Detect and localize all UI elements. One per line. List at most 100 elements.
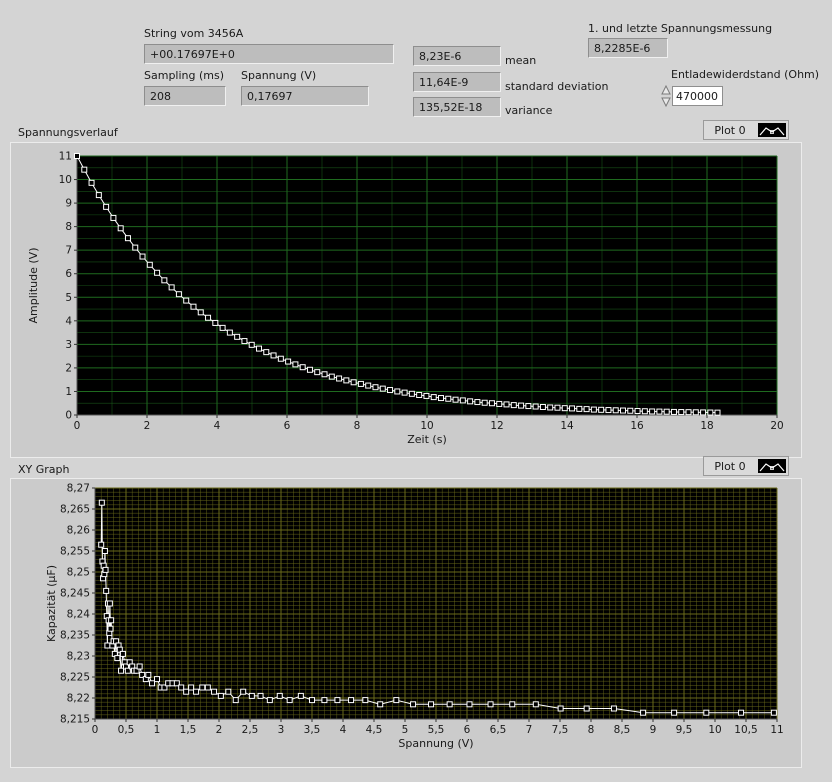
y-tick-label: 8,265 — [60, 504, 90, 516]
x-tick-label: 6 — [284, 420, 291, 432]
y-tick-label: 1 — [65, 386, 72, 398]
data-point — [212, 319, 219, 326]
data-point — [428, 701, 435, 708]
spinner-up-icon[interactable] — [661, 84, 671, 95]
y-tick-label: 0 — [65, 410, 72, 422]
x-tick-label: 0 — [74, 420, 81, 432]
data-point — [408, 390, 415, 397]
data-point — [394, 388, 401, 395]
grid — [76, 155, 778, 416]
data-point — [286, 697, 293, 704]
data-point — [738, 709, 745, 716]
y-tick-label: 2 — [65, 362, 72, 374]
data-point — [95, 192, 102, 199]
data-point — [139, 253, 146, 260]
spinner-down-icon[interactable] — [661, 97, 671, 108]
resistor-spinner[interactable] — [661, 84, 671, 108]
data-point — [119, 650, 126, 657]
resistor-input[interactable]: 470000 — [672, 86, 723, 106]
x-tick-label: 2 — [216, 724, 223, 736]
data-point — [108, 617, 115, 624]
data-point — [547, 404, 554, 411]
x-tick-label: 5,5 — [428, 724, 445, 736]
x-tick-label: 10 — [420, 420, 433, 432]
string-indicator: +00.17697E+0 — [144, 44, 394, 64]
data-point — [149, 680, 156, 687]
string-label: String vom 3456A — [144, 27, 244, 40]
data-point — [487, 701, 494, 708]
measure-indicator: 8,2285E-6 — [588, 38, 668, 58]
data-point — [656, 408, 663, 415]
data-point — [74, 153, 80, 159]
x-tick-label: 4,5 — [366, 724, 383, 736]
data-point — [146, 261, 153, 268]
y-tick-label: 3 — [65, 339, 72, 351]
data-point — [199, 684, 206, 691]
data-point — [314, 369, 321, 376]
data-point — [118, 667, 125, 674]
data-point — [372, 384, 379, 391]
data-point — [98, 499, 105, 506]
data-point — [98, 541, 105, 548]
data-point — [474, 399, 481, 406]
data-point — [459, 397, 466, 404]
data-point — [145, 671, 152, 678]
data-point — [641, 408, 648, 415]
data-point — [671, 709, 678, 716]
x-tick-label: 6 — [464, 724, 471, 736]
data-point — [510, 402, 517, 409]
data-point — [539, 403, 546, 410]
y-tick-label: 9 — [65, 198, 72, 210]
x-tick-label: 10,5 — [734, 724, 757, 736]
data-point — [297, 692, 304, 699]
data-point — [309, 697, 315, 704]
y-tick-label: 8,26 — [67, 525, 91, 537]
x-tick-label: 8 — [588, 724, 595, 736]
plot-style-icon — [758, 123, 786, 137]
data-point — [225, 688, 232, 695]
data-point — [219, 324, 226, 331]
data-point — [292, 361, 299, 368]
data-point — [714, 409, 721, 416]
data-point — [561, 405, 568, 412]
data-point — [256, 345, 262, 352]
data-point — [183, 297, 190, 304]
data-point — [467, 398, 474, 405]
y-tick-label: 8,23 — [67, 651, 90, 663]
y-tick-label: 11 — [59, 151, 72, 163]
graph2-plot-legend[interactable]: Plot 0 — [703, 456, 789, 476]
graph1-panel: 0 2 4 6 8 10 12 14 16 18 20 0 1 2 3 4 5 6 7 8 9 10 11 Zeit (s) A… — [10, 142, 802, 458]
data-point — [481, 399, 488, 406]
x-tick-label: 12 — [490, 420, 503, 432]
stddev-label: standard deviation — [505, 80, 609, 93]
y-tick-label: 8,245 — [60, 588, 90, 600]
x-tick-label: 7,5 — [552, 724, 569, 736]
data-point — [248, 341, 255, 348]
data-point — [583, 705, 590, 712]
data-point — [605, 407, 612, 414]
x-tick-label: 11 — [770, 724, 783, 736]
data-point — [518, 402, 525, 409]
y-axis-title: Kapazität (µF) — [45, 565, 58, 642]
data-point — [525, 403, 532, 410]
x-axis-title: Spannung (V) — [398, 737, 473, 750]
data-point — [640, 709, 647, 716]
spannung-indicator: 0,17697 — [241, 86, 369, 106]
data-point — [168, 284, 175, 291]
data-point — [634, 407, 641, 414]
data-point — [610, 705, 617, 712]
data-point — [678, 409, 685, 416]
mean-indicator: 8,23E-6 — [413, 46, 501, 66]
y-axis-title: Amplitude (V) — [27, 248, 40, 324]
data-point — [430, 394, 437, 401]
y-tick-label: 5 — [65, 292, 72, 304]
data-point — [263, 349, 270, 356]
data-point — [348, 697, 355, 704]
data-point — [321, 371, 328, 378]
data-point — [306, 366, 313, 373]
data-point — [328, 373, 335, 380]
data-point — [707, 409, 714, 416]
graph1-plot-legend[interactable]: Plot 0 — [703, 120, 789, 140]
x-tick-label: 9,5 — [676, 724, 693, 736]
x-tick-label: 6,5 — [490, 724, 507, 736]
